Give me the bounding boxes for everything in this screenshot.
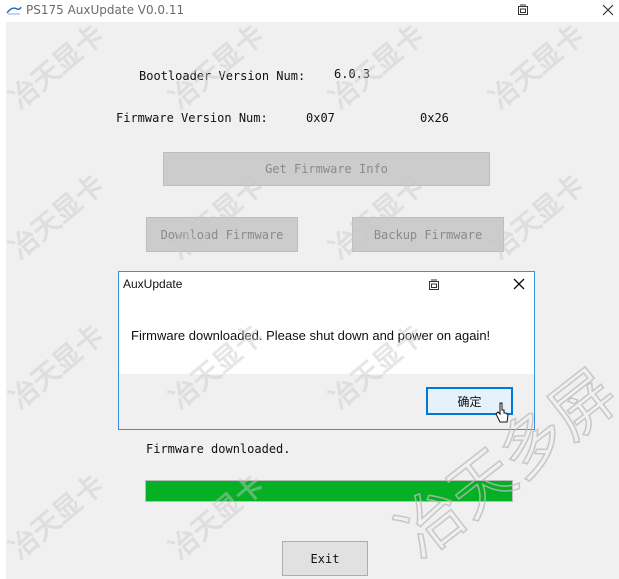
firmware-value-minor: 0x26 (420, 111, 449, 125)
main-window: PS175 AuxUpdate V0.0.11 Bootloader Versi… (0, 0, 619, 579)
watermark-tile: 冶天显卡 (3, 18, 110, 115)
watermark-tile: 冶天显卡 (3, 468, 110, 565)
watermark-tile: 冶天显卡 (483, 18, 590, 115)
firmware-label: Firmware Version Num: (116, 111, 268, 125)
app-icon (6, 6, 22, 15)
status-text: Firmware downloaded. (146, 442, 291, 456)
watermark-tile: 冶天显卡 (163, 18, 270, 115)
watermark-tile: 冶天显卡 (3, 318, 110, 415)
bootloader-label: Bootloader Version Num: (139, 69, 306, 83)
dialog-title: AuxUpdate (123, 277, 183, 291)
progress-bar (145, 480, 513, 502)
firmware-value-major: 0x07 (306, 111, 335, 125)
mouse-cursor-icon (495, 402, 509, 423)
download-firmware-button[interactable]: Download Firmware (146, 217, 298, 252)
bootloader-value: 6.0.3 (334, 67, 371, 81)
watermark-tile: 冶天显卡 (3, 168, 110, 265)
restore-icon[interactable] (517, 4, 529, 16)
dialog-footer: 确定 (119, 374, 534, 429)
dialog-restore-icon[interactable] (428, 279, 440, 291)
window-title: PS175 AuxUpdate V0.0.11 (26, 3, 185, 17)
title-bar[interactable]: PS175 AuxUpdate V0.0.11 (0, 0, 619, 22)
message-dialog: AuxUpdate Firmware downloaded. Please sh… (118, 271, 535, 430)
left-edge (0, 22, 6, 579)
progress-fill (146, 481, 512, 501)
backup-firmware-button[interactable]: Backup Firmware (352, 217, 504, 252)
dialog-message: Firmware downloaded. Please shut down an… (131, 328, 491, 343)
dialog-close-icon[interactable] (512, 277, 526, 291)
close-icon[interactable] (601, 3, 615, 17)
get-firmware-info-button[interactable]: Get Firmware Info (163, 152, 490, 186)
exit-button[interactable]: Exit (282, 541, 368, 576)
